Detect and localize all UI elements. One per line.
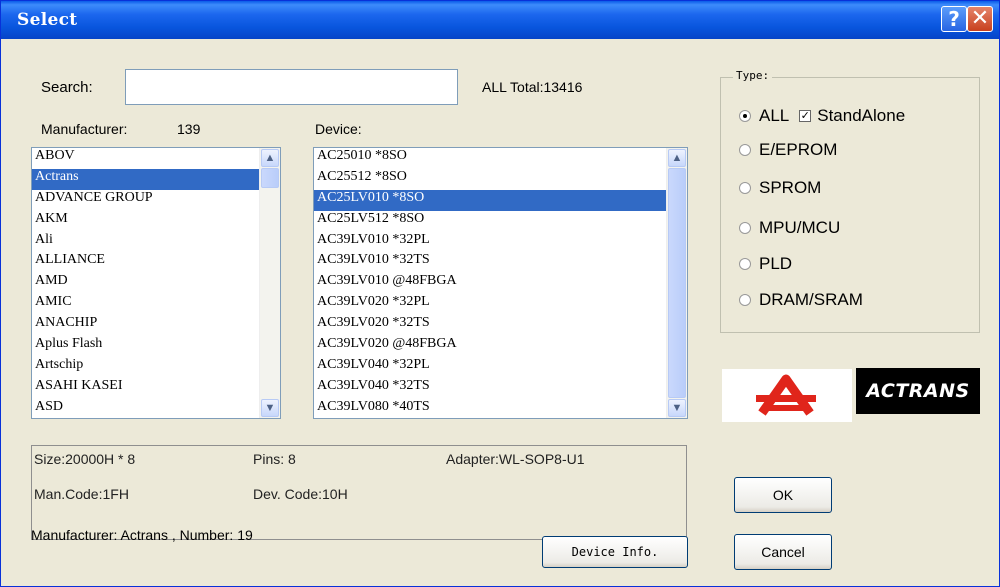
list-item[interactable]: AC39LV010 *32PL [314,232,668,253]
total-count: ALL Total:13416 [482,79,583,95]
list-item[interactable]: ANACHIP [32,315,261,336]
type-option-label: MPU/MCU [759,218,841,237]
type-option-pld[interactable]: PLD [739,254,792,274]
adapter-value: Adapter:WL-SOP8-U1 [446,451,585,467]
list-item[interactable]: AKM [32,211,261,232]
device-label: Device: [315,121,362,137]
actrans-logo-symbol [722,369,852,422]
manufacturer-label: Manufacturer: [41,121,128,137]
list-item[interactable]: Actrans [32,168,261,190]
list-item[interactable]: ALLIANCE [32,252,261,273]
type-group-title: Type: [733,69,773,82]
size-value: Size:20000H * 8 [34,451,136,467]
type-option-label: SPROM [759,178,822,197]
scroll-thumb[interactable] [668,168,686,398]
chevron-down-icon: ▼ [671,402,683,414]
scroll-thumb[interactable] [261,168,279,188]
type-option-sprom[interactable]: SPROM [739,178,821,198]
chevron-up-icon: ▲ [671,152,683,164]
radio-icon [739,182,751,194]
list-item[interactable]: AC25512 *8SO [314,169,668,190]
device-info-panel: Size:20000H * 8 Pins: 8 Adapter:WL-SOP8-… [31,445,687,540]
type-option-eeprom[interactable]: E/EPROM [739,140,837,160]
close-button[interactable]: ✕ [967,6,993,32]
list-item[interactable]: ASD [32,399,261,418]
list-item[interactable]: AC25LV010 *8SO [314,189,668,211]
list-item[interactable]: AC39LV080 *40TS [314,399,668,418]
list-item[interactable]: Aplus Flash [32,336,261,357]
list-item[interactable]: AC39LV020 @48FBGA [314,336,668,357]
type-option-label: PLD [759,254,793,273]
manufacturer-list[interactable]: ABOV Actrans ADVANCE GROUP AKM Ali ALLIANCE AM… [31,147,281,419]
list-item[interactable]: AC39LV010 *32TS [314,252,668,273]
standalone-checkbox[interactable]: ✓ [799,110,812,122]
type-option-label: ALL [759,106,790,125]
scroll-up-button[interactable]: ▲ [668,149,686,167]
list-item[interactable]: AC39LV010 @48FBGA [314,273,668,294]
chevron-down-icon: ▼ [264,402,276,414]
manufacturer-scrollbar[interactable]: ▲ ▼ [259,148,280,418]
ok-button[interactable]: OK [734,477,832,513]
list-item[interactable]: AC39LV040 *32TS [314,378,668,399]
help-icon: ? [948,7,960,31]
type-option-label: DRAM/SRAM [759,290,863,309]
scroll-down-button[interactable]: ▼ [668,399,686,417]
man-code-value: Man.Code:1FH [34,486,129,502]
list-item[interactable]: AMIC [32,294,261,315]
standalone-label: StandAlone [817,106,906,125]
list-item[interactable]: AC25010 *8SO [314,148,668,169]
list-item[interactable]: ASAHI KASEI [32,378,261,399]
list-item[interactable]: AC39LV020 *32PL [314,294,668,315]
search-label: Search: [41,79,93,96]
list-item[interactable]: Artschip [32,357,261,378]
search-input[interactable] [125,69,458,105]
type-option-mpu-mcu[interactable]: MPU/MCU [739,218,840,238]
radio-icon [739,294,751,306]
select-dialog: Select ? ✕ Search: ALL Total:13416 Manuf… [0,0,1000,587]
device-list[interactable]: AC25010 *8SO AC25512 *8SO AC25LV010 *8SO AC… [313,147,688,419]
scroll-up-button[interactable]: ▲ [261,149,279,167]
list-item[interactable]: AMD [32,273,261,294]
list-item[interactable]: ABOV [32,148,261,169]
radio-icon [739,110,751,122]
help-button[interactable]: ? [941,6,967,32]
list-item[interactable]: ADVANCE GROUP [32,190,261,211]
status-text: Manufacturer: Actrans , Number: 19 [31,527,253,543]
cancel-button[interactable]: Cancel [734,534,832,570]
device-scrollbar[interactable]: ▲ ▼ [666,148,687,418]
list-item[interactable]: Ali [32,232,261,253]
radio-icon [739,222,751,234]
type-groupbox: Type: ALL ✓ StandAlone E/EPROM SPROM MPU… [720,69,980,333]
radio-icon [739,144,751,156]
title-bar[interactable]: Select ? ✕ [1,1,999,39]
actrans-logo-text: ACTRANS [856,368,980,414]
type-option-dram-sram[interactable]: DRAM/SRAM [739,290,863,310]
scroll-down-button[interactable]: ▼ [261,399,279,417]
dev-code-value: Dev. Code:10H [253,486,348,502]
list-item[interactable]: AC39LV040 *32PL [314,357,668,378]
chevron-up-icon: ▲ [264,152,276,164]
list-item[interactable]: AC25LV512 *8SO [314,211,668,232]
type-option-label: E/EPROM [759,140,838,159]
pins-value: Pins: 8 [253,451,296,467]
window-title: Select [17,10,78,30]
device-info-button[interactable]: Device Info. [542,536,688,568]
close-icon: ✕ [970,6,990,31]
manufacturer-count: 139 [177,121,201,137]
list-item[interactable]: AC39LV020 *32TS [314,315,668,336]
type-option-all[interactable]: ALL ✓ StandAlone [739,106,905,126]
radio-icon [739,258,751,270]
